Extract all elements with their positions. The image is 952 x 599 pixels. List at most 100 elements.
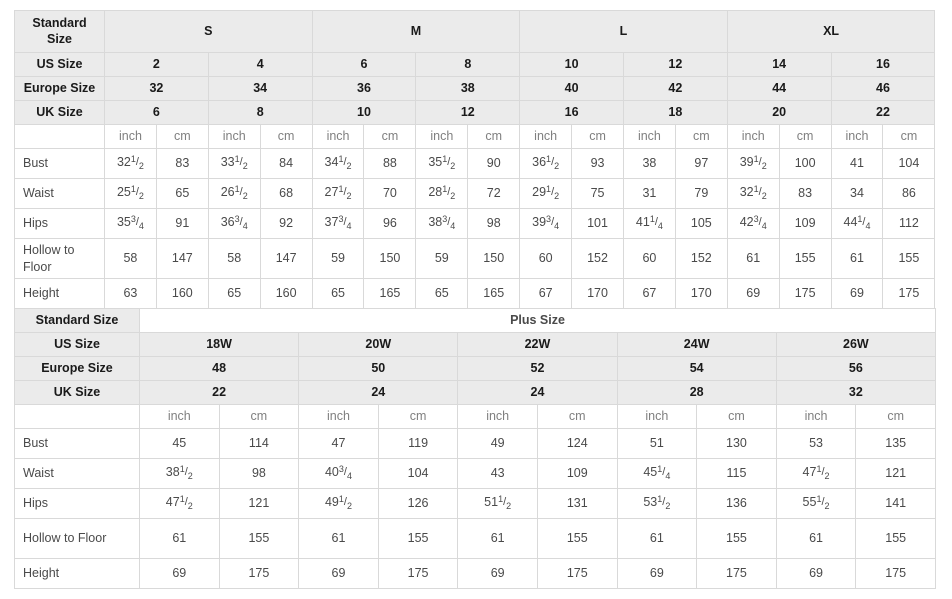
measurement-cm-value: 150 xyxy=(467,238,521,279)
measurement-inch-value: 58 xyxy=(104,238,157,279)
us-size-cell: 6 xyxy=(311,52,417,77)
measurement-cm-value: 121 xyxy=(855,458,937,489)
standard-unit-row: inch cm inch cm inch cm inch cm inch cm inch cm inch… xyxy=(14,124,936,149)
plus-us-size-cell: 24W xyxy=(616,332,777,357)
fraction: 3/4 xyxy=(546,214,560,232)
measurement-inch-value: 281/2 xyxy=(415,178,469,209)
plus-us-size-cell: 22W xyxy=(457,332,618,357)
europe-size-cell: 38 xyxy=(415,76,521,101)
table-row: Waist 251/2 65 261/2 68 271/2 70 281/2 72 291/2 75… xyxy=(14,178,936,209)
measurement-inch-value: 61 xyxy=(298,518,379,559)
fraction: 1/2 xyxy=(338,494,352,512)
measurement-cm-value: 79 xyxy=(674,178,728,209)
measurement-cm-value: 155 xyxy=(536,518,618,559)
unit-cm-header: cm xyxy=(467,124,521,149)
measurement-cm-value: 96 xyxy=(363,208,417,239)
measurement-inch-value: 491/2 xyxy=(298,488,379,519)
group-header-l: L xyxy=(519,10,728,53)
measurement-cm-value: 104 xyxy=(882,148,936,179)
measurement-cm-value: 104 xyxy=(377,458,459,489)
fraction: 1/4 xyxy=(657,464,671,482)
table-row: Waist 381/2 98 403/4 104 43 109 451/4 115 471/2 12… xyxy=(14,458,937,489)
plus-standard-size-label: Standard Size xyxy=(14,308,140,333)
plus-europe-size-cell: 56 xyxy=(775,356,937,381)
plus-europe-size-row: Europe Size 48 50 52 54 56 xyxy=(14,356,937,381)
measurement-cm-value: 100 xyxy=(778,148,832,179)
unit-cm-header: cm xyxy=(674,124,728,149)
unit-row-empty-label xyxy=(14,124,105,149)
unit-inch-header: inch xyxy=(830,124,884,149)
measurement-cm-value: 126 xyxy=(377,488,459,519)
fraction: 3/4 xyxy=(338,214,352,232)
europe-size-cell: 34 xyxy=(207,76,313,101)
plus-size-table: Standard Size Plus Size US Size 18W 20W … xyxy=(14,308,937,589)
fraction: 1/2 xyxy=(816,494,830,512)
fraction: 3/4 xyxy=(753,214,767,232)
measurement-cm-value: 147 xyxy=(259,238,313,279)
measurement-inch-value: 67 xyxy=(622,278,676,309)
measurement-inch-value: 58 xyxy=(207,238,261,279)
standard-measurements-body: Bust 321/2 83 331/2 84 341/2 88 351/2 90 361/2 93 3… xyxy=(14,148,936,309)
unit-cm-header: cm xyxy=(218,404,300,429)
europe-size-cell: 40 xyxy=(519,76,624,101)
measurement-cm-value: 109 xyxy=(778,208,832,239)
fraction: 1/2 xyxy=(498,494,512,512)
measurement-inch-value: 53 xyxy=(775,428,857,459)
measurement-inch-value: 271/2 xyxy=(311,178,365,209)
measurement-cm-value: 91 xyxy=(155,208,209,239)
measurement-inch-value: 321/2 xyxy=(104,148,157,179)
measurement-cm-value: 75 xyxy=(571,178,624,209)
measurement-label: Bust xyxy=(14,428,140,459)
europe-size-cell: 42 xyxy=(622,76,728,101)
plus-uk-size-cell: 28 xyxy=(616,380,777,405)
measurement-inch-value: 65 xyxy=(415,278,469,309)
measurement-cm-value: 121 xyxy=(218,488,300,519)
measurement-cm-value: 175 xyxy=(377,558,459,589)
measurement-inch-value: 61 xyxy=(726,238,780,279)
measurement-cm-value: 155 xyxy=(882,238,936,279)
measurement-cm-value: 170 xyxy=(571,278,624,309)
measurement-cm-value: 152 xyxy=(571,238,624,279)
measurement-cm-value: 165 xyxy=(363,278,417,309)
table-row: Hips 353/4 91 363/4 92 373/4 96 383/4 98 393/4 101… xyxy=(14,208,936,239)
standard-size-label: Standard Size xyxy=(14,10,105,53)
uk-size-cell: 20 xyxy=(726,100,832,125)
uk-size-cell: 18 xyxy=(622,100,728,125)
unit-cm-header: cm xyxy=(536,404,618,429)
unit-cm-header: cm xyxy=(363,124,417,149)
measurement-inch-value: 69 xyxy=(775,558,857,589)
plus-uk-size-row: UK Size 22 24 24 28 32 xyxy=(14,380,937,405)
plus-europe-size-label: Europe Size xyxy=(14,356,140,381)
measurement-cm-value: 70 xyxy=(363,178,417,209)
measurement-inch-value: 321/2 xyxy=(726,178,780,209)
group-header-xl: XL xyxy=(726,10,936,53)
measurement-label: Height xyxy=(14,558,140,589)
unit-cm-header: cm xyxy=(571,124,624,149)
fraction: 3/4 xyxy=(234,214,248,232)
uk-size-cell: 22 xyxy=(830,100,936,125)
measurement-inch-value: 423/4 xyxy=(726,208,780,239)
fraction: 1/2 xyxy=(442,154,456,172)
measurement-cm-value: 84 xyxy=(259,148,313,179)
fraction: 1/2 xyxy=(130,184,144,202)
measurement-inch-value: 51 xyxy=(616,428,698,459)
measurement-cm-value: 88 xyxy=(363,148,417,179)
measurement-cm-value: 90 xyxy=(467,148,521,179)
uk-size-cell: 6 xyxy=(104,100,209,125)
unit-inch-header: inch xyxy=(726,124,780,149)
fraction: 1/2 xyxy=(234,184,248,202)
measurement-inch-value: 69 xyxy=(457,558,538,589)
europe-size-cell: 36 xyxy=(311,76,417,101)
measurement-cm-value: 83 xyxy=(155,148,209,179)
measurement-cm-value: 131 xyxy=(536,488,618,519)
measurement-cm-value: 114 xyxy=(218,428,300,459)
table-row: Bust 45 114 47 119 49 124 51 130 53 135 xyxy=(14,428,937,459)
europe-size-label: Europe Size xyxy=(14,76,105,101)
measurement-inch-value: 60 xyxy=(622,238,676,279)
measurement-inch-value: 391/2 xyxy=(726,148,780,179)
measurement-inch-value: 61 xyxy=(830,238,884,279)
measurement-label: Waist xyxy=(14,458,140,489)
measurement-inch-value: 61 xyxy=(775,518,857,559)
plus-europe-size-cell: 50 xyxy=(298,356,459,381)
measurement-cm-value: 155 xyxy=(377,518,459,559)
